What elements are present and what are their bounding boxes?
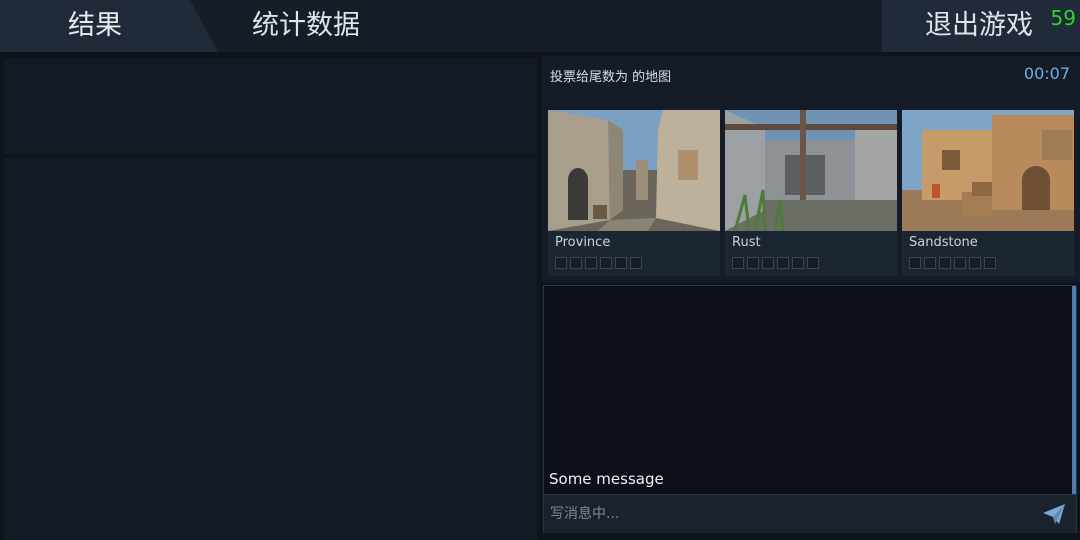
map-name: Province [555,235,611,250]
vote-slot [924,257,936,269]
vote-slot [909,257,921,269]
vote-slot [585,257,597,269]
chat-message: Some message [549,470,664,488]
vote-slot [777,257,789,269]
map-thumbnail-province[interactable] [548,110,720,231]
map-name: Rust [732,235,761,250]
vote-slots [555,257,642,269]
chat-panel: Some message [543,285,1077,533]
map-name: Sandstone [909,235,978,250]
vote-slot [939,257,951,269]
map-card-sandstone[interactable]: Sandstone [902,110,1074,276]
vote-slot [555,257,567,269]
vote-slot [630,257,642,269]
map-card-rust[interactable]: Rust [725,110,897,276]
map-vote-panel: 投票给尾数为 的地图 00:07 Province Rust Sandstone [542,56,1080,282]
vote-slot [600,257,612,269]
vote-slot [792,257,804,269]
vote-slots [909,257,996,269]
vote-slot [984,257,996,269]
chat-input[interactable] [548,499,1032,529]
vote-timer: 00:07 [1023,64,1070,83]
tab-results[interactable]: 结果 [68,0,122,52]
vote-title: 投票给尾数为 的地图 [550,70,672,85]
vote-slot [969,257,981,269]
map-thumbnail-rust[interactable] [725,110,897,231]
tab-statistics[interactable]: 统计数据 [252,0,360,52]
chat-scrollbar[interactable] [1072,286,1076,494]
vote-slot [954,257,966,269]
vote-slot [615,257,627,269]
top-bar: 结果 统计数据 退出游戏 59 [0,0,1080,52]
left-bottom-panel [4,157,537,540]
vote-slot [570,257,582,269]
vote-slot [762,257,774,269]
chat-input-row [544,494,1076,533]
vote-slot [807,257,819,269]
vote-slots [732,257,819,269]
exit-game-button[interactable]: 退出游戏 59 [882,0,1080,52]
left-top-panel [4,58,537,154]
exit-game-label[interactable]: 退出游戏 [925,0,1033,52]
paper-plane-icon[interactable] [1042,503,1066,525]
counter-value: 59 [1050,6,1076,30]
map-thumbnail-sandstone[interactable] [902,110,1074,231]
vote-slot [732,257,744,269]
vote-slot [747,257,759,269]
map-card-province[interactable]: Province [548,110,720,276]
